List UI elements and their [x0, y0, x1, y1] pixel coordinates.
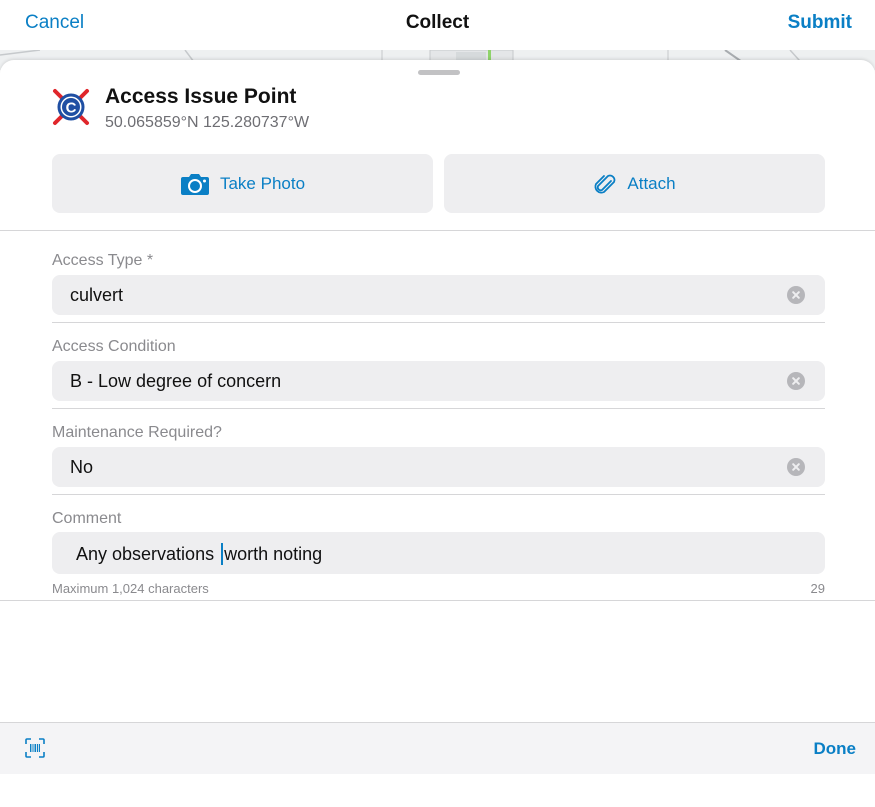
submit-button[interactable]: Submit	[788, 12, 852, 34]
comment-label: Comment	[52, 510, 122, 527]
c-logo-icon: C	[53, 89, 89, 125]
take-photo-button[interactable]: Take Photo	[52, 154, 433, 213]
collect-sheet: C Access Issue Point 50.065859°N 125.280…	[0, 60, 875, 722]
access-type-label: Access Type *	[52, 252, 154, 269]
access-type-field[interactable]: culvert	[52, 275, 825, 315]
text-cursor	[221, 543, 224, 565]
keyboard-toolbar: Done	[0, 722, 875, 774]
done-button[interactable]: Done	[814, 739, 857, 759]
attach-label: Attach	[627, 173, 676, 193]
attach-button[interactable]: Attach	[444, 154, 825, 213]
character-count: 29	[810, 581, 825, 596]
camera-icon	[180, 173, 209, 195]
access-type-value: culvert	[70, 285, 124, 305]
maintenance-required-field[interactable]: No	[52, 447, 825, 487]
maintenance-required-label: Maintenance Required?	[52, 424, 222, 441]
clear-icon[interactable]	[787, 458, 805, 476]
access-condition-field[interactable]: B - Low degree of concern	[52, 361, 825, 401]
comment-field[interactable]: Any observations worth noting	[52, 532, 825, 574]
divider	[52, 494, 825, 495]
divider	[52, 408, 825, 409]
clear-icon[interactable]	[787, 372, 805, 390]
bottom-area	[0, 774, 875, 807]
comment-text-before: Any observations	[76, 544, 220, 564]
divider	[0, 230, 875, 231]
divider	[0, 600, 875, 601]
navigation-bar: Cancel Collect Submit	[0, 0, 875, 50]
comment-text-after: worth noting	[224, 544, 323, 564]
clear-icon[interactable]	[787, 286, 805, 304]
paperclip-icon	[594, 174, 616, 193]
sheet-grabber[interactable]	[418, 70, 460, 75]
maintenance-required-value: No	[70, 457, 94, 477]
feature-coordinates: 50.065859°N 125.280737°W	[105, 114, 310, 131]
access-condition-value: B - Low degree of concern	[70, 371, 282, 391]
barcode-scan-icon[interactable]	[25, 738, 45, 758]
access-condition-label: Access Condition	[52, 338, 176, 355]
page-title: Collect	[405, 12, 470, 33]
divider	[52, 322, 825, 323]
comment-text: Any observations worth noting	[76, 543, 322, 565]
svg-text:C: C	[66, 100, 77, 117]
feature-title: Access Issue Point	[105, 85, 297, 108]
take-photo-label: Take Photo	[219, 173, 306, 193]
comment-help-text: Maximum 1,024 characters	[52, 581, 209, 596]
